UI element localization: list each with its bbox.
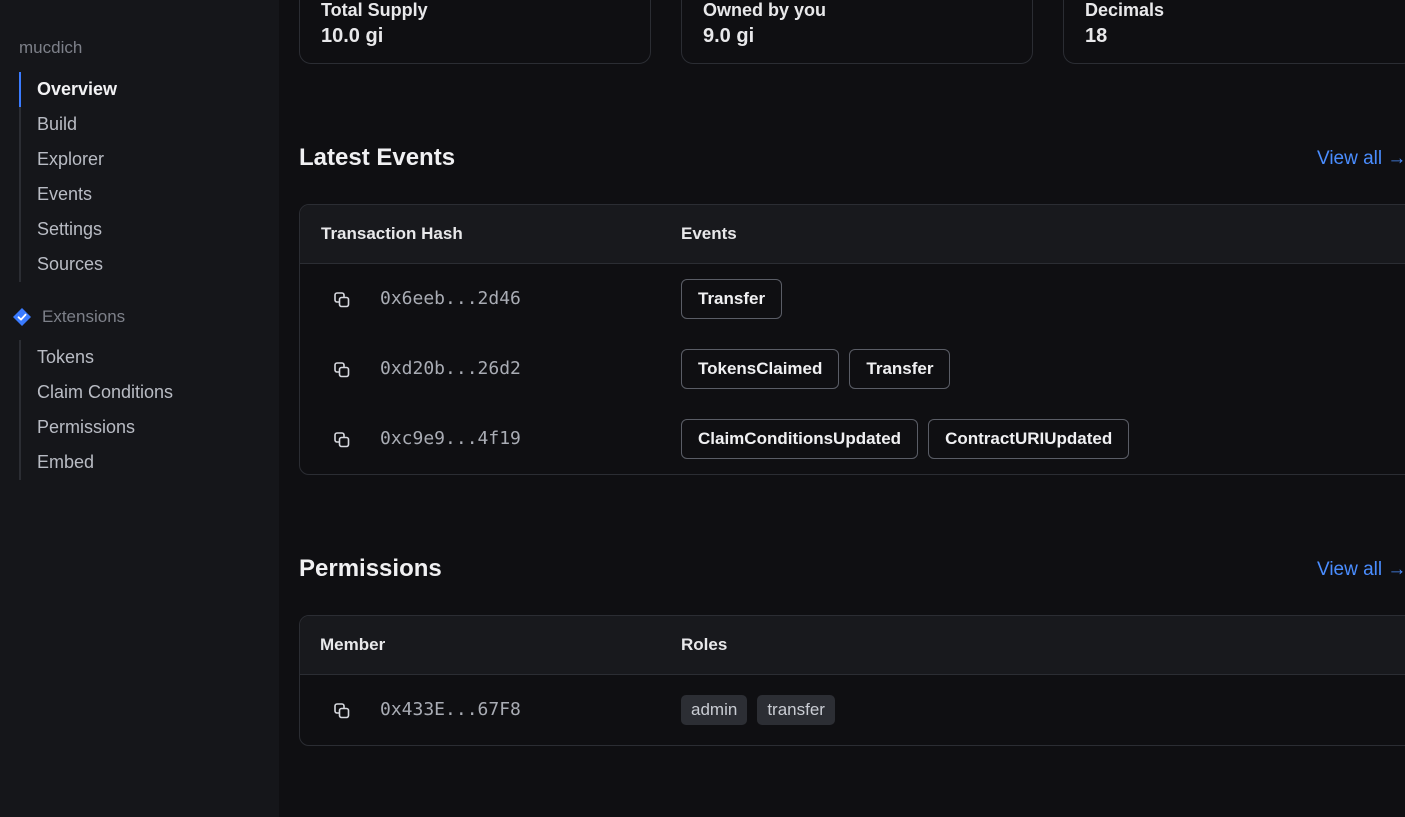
stat-value: 10.0 gi [321,25,384,47]
event-badge[interactable]: ClaimConditionsUpdated [681,419,919,459]
contract-nav: Overview Build Explorer Events Settings … [19,72,117,282]
nav-explorer[interactable]: Explorer [19,142,117,177]
table-row[interactable]: 0xc9e9...4f19 ClaimConditionsUpdated Con… [300,404,1405,474]
column-header: Member [320,635,386,654]
table-row[interactable]: 0xd20b...26d2 TokensClaimed Transfer [300,334,1405,404]
extensions-label: Extensions [42,307,126,326]
event-badges: ClaimConditionsUpdated ContractURIUpdate… [681,419,1130,459]
permissions-title: Permissions [299,555,442,582]
contract-name: mucdich [19,38,83,57]
table-row[interactable]: 0x6eeb...2d46 Transfer [300,264,1405,334]
stat-card-decimals: Decimals 18 [1063,0,1405,64]
permissions-table: Member Roles 0x433E...67F8 admin transfe… [299,615,1405,746]
stat-card-total-supply: Total Supply 10.0 gi [299,0,651,64]
verified-badge-icon [12,307,32,327]
event-badges: TokensClaimed Transfer [681,349,951,389]
nav-tokens[interactable]: Tokens [19,340,173,375]
transaction-hash[interactable]: 0x6eeb...2d46 [380,288,521,309]
stat-card-owned: Owned by you 9.0 gi [681,0,1033,64]
column-header: Events [681,224,737,243]
column-header: Transaction Hash [321,224,463,243]
events-table: Transaction Hash Events 0x6eeb...2d46 Tr… [299,204,1405,475]
event-badge[interactable]: TokensClaimed [681,349,840,389]
nav-events[interactable]: Events [19,177,117,212]
event-badge[interactable]: Transfer [849,349,951,389]
event-badge[interactable]: Transfer [681,279,783,319]
copy-icon[interactable] [333,702,351,720]
role-badges: admin transfer [681,695,835,725]
transaction-hash[interactable]: 0xc9e9...4f19 [380,428,521,449]
copy-icon[interactable] [333,431,351,449]
sidebar: mucdich Overview Build Explorer Events S… [0,0,279,817]
nav-embed[interactable]: Embed [19,445,173,480]
stat-label: Total Supply [321,0,428,20]
extensions-header: Extensions [12,304,125,330]
transaction-hash[interactable]: 0xd20b...26d2 [380,358,521,379]
event-badge[interactable]: ContractURIUpdated [928,419,1130,459]
nav-permissions[interactable]: Permissions [19,410,173,445]
extensions-nav: Tokens Claim Conditions Permissions Embe… [19,340,173,480]
stat-label: Owned by you [703,0,827,20]
stat-value: 9.0 gi [703,25,755,47]
copy-icon[interactable] [333,291,351,309]
column-header: Roles [681,635,728,654]
stat-label: Decimals [1085,0,1165,20]
main-content: Total Supply 10.0 gi Owned by you 9.0 gi… [279,0,1405,817]
table-row[interactable]: 0x433E...67F8 admin transfer [300,675,1405,745]
event-badges: Transfer [681,279,783,319]
role-badge: admin [681,695,748,725]
role-badge: transfer [757,695,835,725]
table-header: Transaction Hash Events [300,205,1405,264]
nav-claim-conditions[interactable]: Claim Conditions [19,375,173,410]
nav-sources[interactable]: Sources [19,247,117,282]
member-address[interactable]: 0x433E...67F8 [380,699,521,720]
events-view-all-link[interactable]: View all → [1317,148,1405,170]
table-header: Member Roles [300,616,1405,675]
permissions-view-all-link[interactable]: View all → [1317,559,1405,581]
nav-overview[interactable]: Overview [19,72,117,107]
nav-settings[interactable]: Settings [19,212,117,247]
latest-events-title: Latest Events [299,144,456,171]
nav-build[interactable]: Build [19,107,117,142]
copy-icon[interactable] [333,361,351,379]
stat-value: 18 [1085,25,1108,47]
